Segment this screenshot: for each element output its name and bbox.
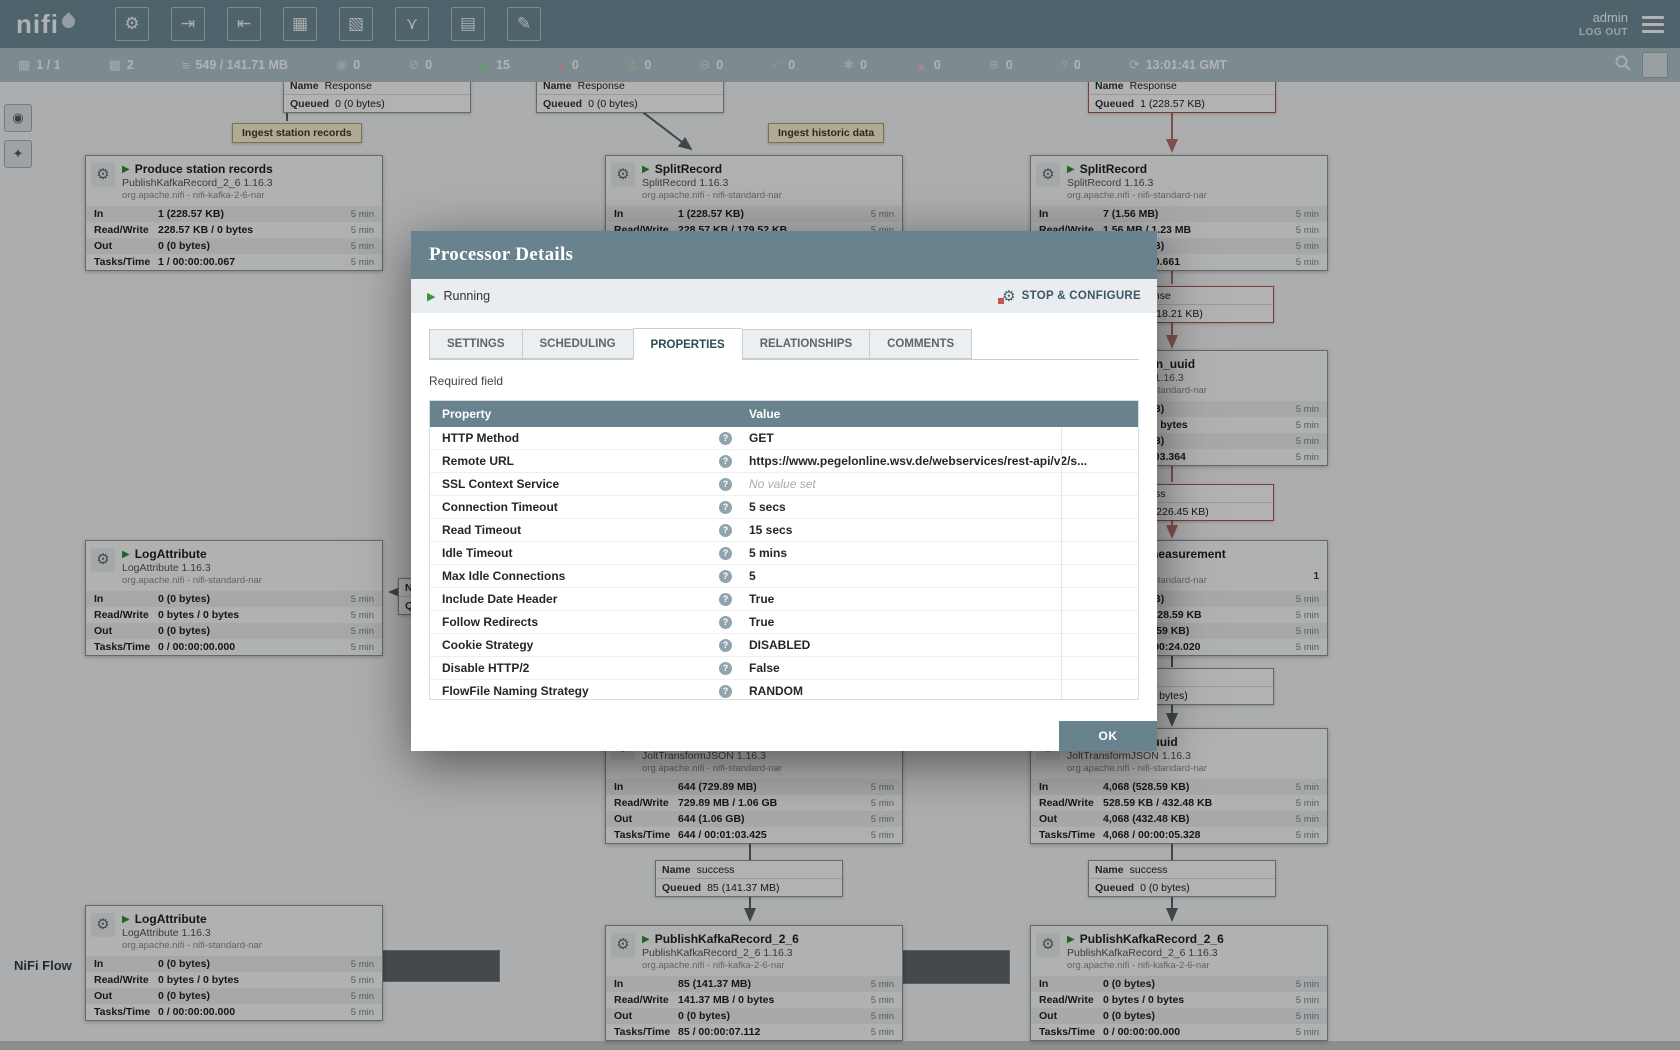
- property-value: True: [741, 615, 1138, 629]
- property-name: SSL Context Service: [442, 477, 559, 491]
- properties-rows: HTTP Method? GET Remote URL? https://www.pe…: [430, 427, 1138, 700]
- table-column-divider: [1061, 427, 1062, 699]
- column-property: Property: [430, 407, 741, 421]
- dialog-status-row: ▶ Running ⚙ STOP & CONFIGURE: [411, 279, 1157, 313]
- help-icon[interactable]: ?: [719, 455, 732, 468]
- help-icon[interactable]: ?: [719, 432, 732, 445]
- stop-configure-button[interactable]: ⚙ STOP & CONFIGURE: [1002, 287, 1141, 305]
- property-row: Connection Timeout? 5 secs: [430, 496, 1138, 519]
- nifi-app: ◉✦ NiFi Flow Ingest station recordsInges…: [0, 0, 1680, 1050]
- property-row: Cookie Strategy? DISABLED: [430, 634, 1138, 657]
- property-name: HTTP Method: [442, 431, 519, 445]
- stop-configure-label: STOP & CONFIGURE: [1022, 290, 1141, 302]
- properties-table: Property Value HTTP Method? GET Remote URL…: [429, 400, 1139, 700]
- property-name: Idle Timeout: [442, 546, 512, 560]
- processor-details-dialog: Processor Details ▶ Running ⚙ STOP & CON…: [411, 231, 1157, 751]
- property-name: Disable HTTP/2: [442, 661, 529, 675]
- property-name: Read Timeout: [442, 523, 521, 537]
- properties-table-header: Property Value: [430, 401, 1138, 427]
- tab-comments[interactable]: COMMENTS: [869, 329, 972, 359]
- property-value: https://www.pegelonline.wsv.de/webservic…: [741, 454, 1138, 468]
- property-row: Include Date Header? True: [430, 588, 1138, 611]
- run-status-label: Running: [443, 289, 490, 303]
- property-value: 15 secs: [741, 523, 1138, 537]
- property-row: HTTP Method? GET: [430, 427, 1138, 450]
- property-value: No value set: [741, 477, 1138, 491]
- property-row: Disable HTTP/2? False: [430, 657, 1138, 680]
- property-row: Remote URL? https://www.pegelonline.wsv.d…: [430, 450, 1138, 473]
- property-value: DISABLED: [741, 638, 1138, 652]
- help-icon[interactable]: ?: [719, 639, 732, 652]
- help-icon[interactable]: ?: [719, 547, 732, 560]
- dialog-header: Processor Details: [411, 231, 1157, 279]
- property-row: Max Idle Connections? 5: [430, 565, 1138, 588]
- dialog-title: Processor Details: [429, 244, 573, 266]
- property-value: GET: [741, 431, 1138, 445]
- property-row: SSL Context Service? No value set: [430, 473, 1138, 496]
- tab-properties[interactable]: PROPERTIES: [633, 328, 742, 360]
- help-icon[interactable]: ?: [719, 616, 732, 629]
- property-name: Cookie Strategy: [442, 638, 533, 652]
- property-value: True: [741, 592, 1138, 606]
- help-icon[interactable]: ?: [719, 593, 732, 606]
- property-value: 5: [741, 569, 1138, 583]
- help-icon[interactable]: ?: [719, 501, 732, 514]
- property-value: RANDOM: [741, 684, 1138, 698]
- property-row: Read Timeout? 15 secs: [430, 519, 1138, 542]
- property-name: Max Idle Connections: [442, 569, 565, 583]
- property-row: Idle Timeout? 5 mins: [430, 542, 1138, 565]
- property-name: Include Date Header: [442, 592, 557, 606]
- dialog-body: SETTINGSSCHEDULINGPROPERTIESRELATIONSHIP…: [411, 313, 1157, 700]
- property-value: 5 secs: [741, 500, 1138, 514]
- stop-configure-icon: ⚙: [1002, 287, 1015, 305]
- help-icon[interactable]: ?: [719, 524, 732, 537]
- property-name: FlowFile Naming Strategy: [442, 684, 589, 698]
- property-name: Follow Redirects: [442, 615, 538, 629]
- help-icon[interactable]: ?: [719, 478, 732, 491]
- property-row: Follow Redirects? True: [430, 611, 1138, 634]
- running-status-icon: ▶: [427, 290, 435, 303]
- ok-button[interactable]: OK: [1059, 721, 1157, 751]
- property-row: FlowFile Naming Strategy? RANDOM: [430, 680, 1138, 700]
- property-name: Connection Timeout: [442, 500, 558, 514]
- dialog-tabs: SETTINGSSCHEDULINGPROPERTIESRELATIONSHIP…: [429, 325, 1139, 360]
- help-icon[interactable]: ?: [719, 570, 732, 583]
- tab-relationships[interactable]: RELATIONSHIPS: [742, 329, 869, 359]
- tab-scheduling[interactable]: SCHEDULING: [522, 329, 633, 359]
- property-name: Remote URL: [442, 454, 514, 468]
- help-icon[interactable]: ?: [719, 685, 732, 698]
- property-value: 5 mins: [741, 546, 1138, 560]
- property-value: False: [741, 661, 1138, 675]
- column-value: Value: [741, 407, 1138, 421]
- required-field-note: Required field: [429, 374, 1139, 388]
- tab-settings[interactable]: SETTINGS: [429, 329, 522, 359]
- help-icon[interactable]: ?: [719, 662, 732, 675]
